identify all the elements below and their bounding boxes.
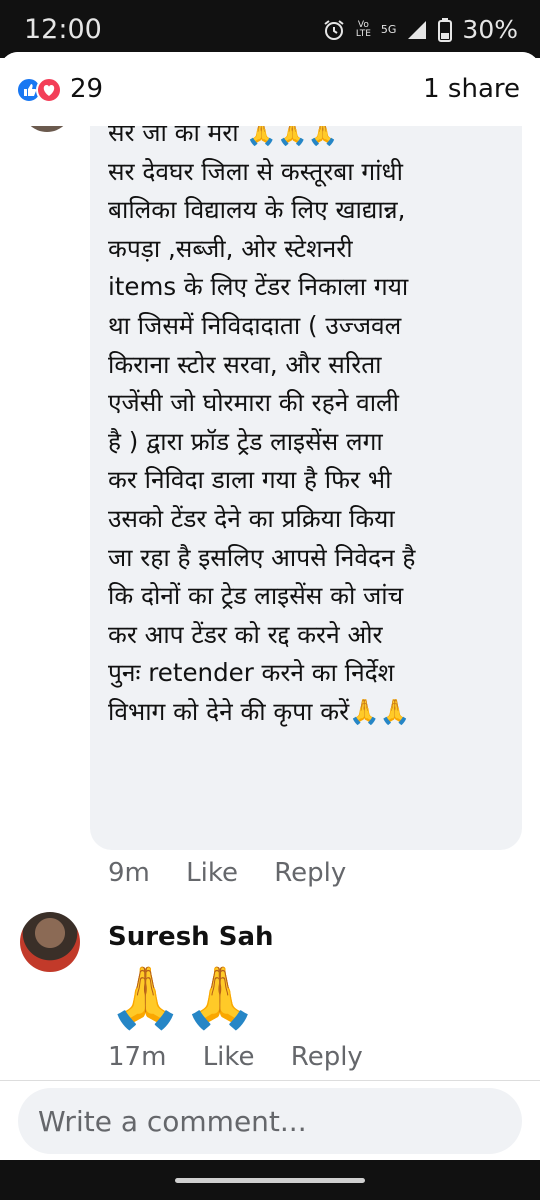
navigation-bar [0, 1160, 540, 1200]
avatar[interactable] [22, 126, 72, 132]
battery-percent: 30% [462, 15, 518, 44]
comment-text: सर जी को मेरा 🙏🙏🙏 सर देवघर जिला से कस्तू… [108, 126, 416, 726]
reply-button[interactable]: Reply [291, 1042, 363, 1072]
reactions-summary[interactable]: 29 1 share [0, 52, 540, 126]
comment-actions: 9m Like Reply [108, 858, 374, 888]
comment-text: 🙏🙏 [108, 963, 258, 1033]
comment-time: 9m [108, 858, 150, 888]
comments-sheet: 29 1 share सर जी को मेरा 🙏🙏🙏 सर देवघर जि… [0, 52, 540, 1160]
share-count[interactable]: 1 share [423, 74, 520, 104]
like-button[interactable]: Like [203, 1042, 255, 1072]
reply-button[interactable]: Reply [274, 858, 346, 888]
status-time: 12:00 [24, 14, 102, 45]
battery-icon [438, 17, 453, 42]
alarm-icon [324, 19, 344, 40]
comment-author[interactable]: Suresh Sah [108, 922, 274, 952]
volte-indicator: Vo LTE [355, 19, 371, 39]
comment-composer [0, 1080, 540, 1161]
comment-time: 17m [108, 1042, 167, 1072]
reaction-icons [16, 77, 62, 103]
comment-actions: 17m Like Reply [108, 1042, 391, 1072]
comments-list[interactable]: सर जी को मेरा 🙏🙏🙏 सर देवघर जिला से कस्तू… [0, 126, 540, 1160]
love-reaction-icon [36, 77, 62, 103]
gesture-handle[interactable] [175, 1178, 365, 1183]
network-type: 5G [380, 23, 397, 36]
comment-input[interactable] [18, 1088, 522, 1154]
like-button[interactable]: Like [186, 858, 238, 888]
signal-icon [408, 20, 427, 39]
status-bar: 12:00 Vo LTE 5G 30% [0, 0, 540, 58]
avatar[interactable] [20, 912, 80, 972]
reaction-count[interactable]: 29 [70, 74, 103, 104]
status-icons: Vo LTE 5G 30% [322, 15, 518, 44]
